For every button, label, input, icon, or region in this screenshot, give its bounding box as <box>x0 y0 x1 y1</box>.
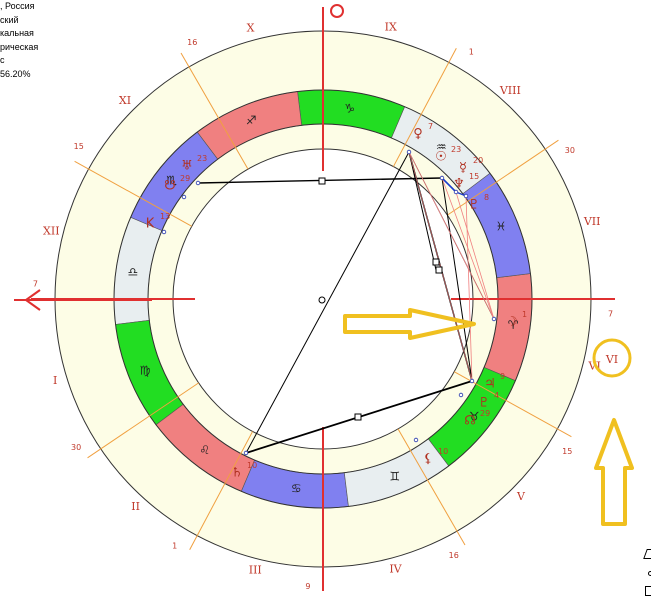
natal-chart-wheel: IIIIII IVVVIVIIVIIIIXXXIXII73019161573011… <box>14 4 634 591</box>
sign-glyph-libra-icon: ♎ <box>127 265 138 279</box>
planet-mercury-icon: ☿ <box>459 161 467 176</box>
cusp-degree-11: 16 <box>187 38 197 47</box>
house-numeral-11: XI <box>119 94 131 107</box>
house-numeral-3: III <box>249 564 262 577</box>
sign-glyph-gemini-icon: ♊ <box>390 470 401 484</box>
planet-uranus-degree: 23 <box>197 154 207 163</box>
house-numeral-10: X <box>247 22 255 35</box>
planet-point-10 <box>413 437 419 443</box>
aspect-square-2 <box>435 266 443 274</box>
house-numeral-5: V <box>516 490 526 503</box>
planet-south-node-degree: 29 <box>180 174 190 183</box>
sign-glyph-virgo-icon: ♍ <box>140 363 151 377</box>
cusp-degree-6: 15 <box>562 447 572 456</box>
planet-point-0 <box>406 149 412 155</box>
aspect-square-3 <box>432 258 440 266</box>
info-location: , Россия <box>0 1 35 11</box>
house-numeral-4: IV <box>389 562 402 575</box>
midheaven-circle-icon <box>330 4 344 18</box>
planet-point-11 <box>458 392 464 398</box>
planet-north-node-icon: ☊ <box>464 414 476 429</box>
planet-pluto2-degree: 4 <box>494 391 499 400</box>
planet-north-node-degree: 29 <box>480 409 490 418</box>
house-numeral-9: IX <box>385 20 397 33</box>
planet-mercury-degree: 20 <box>473 156 483 165</box>
planet-moon-icon: ☽ <box>506 315 518 330</box>
planet-moon-degree: 1 <box>522 310 527 319</box>
planet-point-9 <box>181 194 187 200</box>
planet-point-7 <box>195 180 201 186</box>
house-numeral-12: XII <box>43 224 60 237</box>
planet-point-6 <box>243 450 249 456</box>
sign-glyph-pisces-icon: ♓ <box>496 220 507 234</box>
highlight-house-label: VI <box>605 353 618 366</box>
house-numeral-1: I <box>53 374 57 387</box>
planet-venus-icon: ♀ <box>413 127 423 142</box>
chart-info-panel: , Россия ский кальная рическая с 56.20% <box>0 0 70 81</box>
planet-point-8 <box>161 229 167 235</box>
aspect-square-0 <box>318 177 326 185</box>
planet-kora-degree: 13 <box>160 212 170 221</box>
planet-saturn-degree: 10 <box>247 461 257 470</box>
planet-point-4 <box>491 316 497 322</box>
cusp-degree-9: 1 <box>469 48 474 57</box>
cusp-degree-1: 7 <box>33 279 38 288</box>
info-line-5: с <box>0 55 5 65</box>
planet-uranus-icon: ♅ <box>181 159 193 174</box>
planet-neptune-icon: ♆ <box>453 177 465 192</box>
cusp-degree-5: 16 <box>449 551 459 560</box>
planet-kora-icon: K <box>146 217 155 232</box>
planet-venus-degree: 7 <box>428 122 433 131</box>
planet-jupiter-icon: ♃ <box>484 377 496 392</box>
sign-glyph-capricorn-icon: ♑ <box>344 101 355 115</box>
planet-pluto-icon: ♇ <box>468 198 480 213</box>
planet-sun-icon: ☉ <box>435 150 447 165</box>
info-line-3: кальная <box>0 28 34 38</box>
cusp-degree-12: 15 <box>74 142 84 151</box>
aspect-square-1 <box>354 413 362 421</box>
cusp-degree-8: 30 <box>565 146 575 155</box>
planet-pluto-degree: 8 <box>484 193 489 202</box>
planet-point-1 <box>439 175 445 181</box>
planet-point-5 <box>469 378 475 384</box>
planet-jupiter-degree: 9 <box>500 372 505 381</box>
planet-lilith-degree: 10 <box>438 447 448 456</box>
info-line-4: рическая <box>0 41 39 52</box>
planet-saturn-icon: ♄ <box>231 466 243 481</box>
house-numeral-2: II <box>131 500 140 513</box>
house-numeral-8: VIII <box>499 84 521 97</box>
sign-glyph-leo-icon: ♌ <box>199 443 210 457</box>
highlight-arrow-up-icon <box>594 418 634 526</box>
info-percent: 56.20% <box>0 68 31 79</box>
planet-sun-degree: 23 <box>451 145 461 154</box>
legend-square-icon <box>645 586 651 596</box>
cusp-degree-4: 9 <box>305 582 310 591</box>
info-line-2: ский <box>0 14 19 25</box>
house-numeral-7: VII <box>583 215 601 228</box>
sign-glyph-cancer-icon: ♋ <box>291 482 302 496</box>
planet-south-node-icon: ☋ <box>164 179 176 194</box>
sign-glyph-sagittarius-icon: ♐ <box>246 113 257 127</box>
planet-lilith-icon: ⚸ <box>423 452 433 467</box>
cusp-degree-2: 30 <box>71 443 81 452</box>
cusp-degree-7: 7 <box>608 310 613 319</box>
planet-neptune-degree: 15 <box>469 172 479 181</box>
cusp-degree-3: 1 <box>172 541 177 550</box>
center-point <box>318 296 326 304</box>
